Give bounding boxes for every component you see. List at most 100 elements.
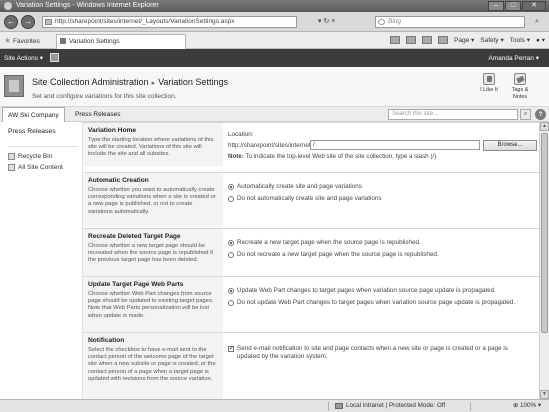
recreate-page-radio[interactable]: Recreate a new target page when the sour… <box>228 239 421 247</box>
top-navigation: AW Ski Company Press Releases Search thi… <box>0 107 549 122</box>
radio-selected-icon <box>228 184 234 190</box>
zoom-control[interactable]: ⊕ 100% ▾ <box>513 400 541 412</box>
radio-selected-icon <box>228 288 234 294</box>
mail-icon[interactable] <box>422 36 432 44</box>
tab-aw-ski-company[interactable]: AW Ski Company <box>2 107 65 122</box>
feeds-icon[interactable] <box>406 36 416 44</box>
close-button[interactable]: ✕ <box>522 1 546 11</box>
address-bar: ← → http://sharepoint/sites/internet/_La… <box>0 12 549 32</box>
vertical-scrollbar[interactable]: ▲ ▼ <box>539 122 549 399</box>
divider <box>328 402 329 411</box>
browser-tab[interactable]: Variation Settings <box>56 34 186 49</box>
intranet-icon <box>335 403 343 409</box>
sharepoint-ribbon-bar: Site Actions ▾ Amanda Perran ▾ <box>0 49 549 67</box>
url-field[interactable]: http://sharepoint/sites/internet/_Layout… <box>42 16 297 28</box>
radio-icon <box>228 196 234 202</box>
divider <box>470 402 471 411</box>
section-description: Variation Home Type the starting locatio… <box>83 123 223 166</box>
page-title: Site Collection Administration ▸ Variation… <box>32 77 228 87</box>
window-title-bar: Variation Settings - Windows Internet Ex… <box>0 0 549 12</box>
like-it-button[interactable]: I Like It <box>476 73 502 94</box>
scroll-down-icon[interactable]: ▼ <box>540 390 549 399</box>
page-header: Site Collection Administration ▸ Variation… <box>0 67 549 107</box>
recycle-bin-link[interactable]: Recycle Bin <box>8 152 52 161</box>
tab-press-releases[interactable]: Press Releases <box>70 107 126 122</box>
safety-menu[interactable]: Safety ▾ <box>480 36 504 45</box>
content-area: Press Releases Recycle Bin All Site Cont… <box>0 122 549 399</box>
location-prefix: http://sharepoint/sites/internet <box>228 142 311 149</box>
breadcrumb-current: Variation Settings <box>158 77 228 87</box>
section-description: Automatic Creation Choose whether you wa… <box>83 173 223 226</box>
tag-icon <box>514 73 526 85</box>
section-description: Notification Select the checkbox to have… <box>83 333 223 399</box>
section-heading: Update Target Page Web Parts <box>88 281 184 288</box>
back-button[interactable]: ← <box>4 15 18 29</box>
section-help-text: Choose whether you want to automatically… <box>88 187 216 215</box>
section-description: Recreate Deleted Target Page Choose whet… <box>83 229 223 276</box>
section-notification: Notification Select the checkbox to have… <box>83 332 539 399</box>
email-notification-checkbox[interactable]: ✓ Send e-mail notification to site and p… <box>228 345 528 360</box>
page-menu[interactable]: Page ▾ <box>454 36 474 45</box>
no-update-web-parts-radio[interactable]: Do not update Web Part changes to target… <box>228 299 523 307</box>
no-auto-create-radio[interactable]: Do not automatically create site and pag… <box>228 195 382 203</box>
search-input[interactable]: Bing <box>375 16 525 28</box>
location-label: Location: <box>228 131 254 138</box>
section-help-text: Select the checkbox to have e-mail sent … <box>88 347 216 382</box>
site-search-input[interactable]: Search this site... <box>388 109 518 120</box>
section-heading: Recreate Deleted Target Page <box>88 233 181 240</box>
no-recreate-page-radio[interactable]: Do not recreate a new target page when t… <box>228 251 439 259</box>
update-web-parts-radio[interactable]: Update Web Part changes to target pages … <box>228 287 533 295</box>
print-icon[interactable] <box>438 36 448 44</box>
page-subtitle: Set and configure variations for this si… <box>32 93 177 100</box>
scroll-up-icon[interactable]: ▲ <box>540 122 549 131</box>
sharepoint-tab-icon <box>60 38 66 44</box>
breadcrumb-arrow-icon: ▸ <box>151 80 156 87</box>
search-icon[interactable]: ⌕ <box>530 16 544 28</box>
maximize-button[interactable]: □ <box>505 1 521 11</box>
forward-button[interactable]: → <box>21 15 35 29</box>
edit-page-icon[interactable] <box>50 53 59 62</box>
location-input[interactable]: / <box>310 140 480 150</box>
section-help-text: Choose whether Web Part changes from sou… <box>88 291 214 319</box>
location-note: Note: To indicate the top-level Web site… <box>228 153 438 160</box>
quick-launch-heading[interactable]: Press Releases <box>8 128 56 135</box>
help-menu[interactable]: ● ▾ <box>536 36 545 45</box>
site-actions-menu[interactable]: Site Actions ▾ <box>4 54 43 62</box>
settings-form: Variation Home Type the starting locatio… <box>83 122 539 399</box>
star-icon: ★ <box>4 36 12 45</box>
radio-icon <box>228 300 234 306</box>
divider <box>8 146 78 147</box>
section-heading: Notification <box>88 337 125 344</box>
scroll-thumb[interactable] <box>541 133 548 333</box>
auto-create-radio[interactable]: Automatically create site and page varia… <box>228 183 362 191</box>
breadcrumb-root-link[interactable]: Site Collection Administration <box>32 77 149 87</box>
window-controls: – □ ✕ <box>488 1 546 11</box>
refresh-stop-icons[interactable]: ▾ ↻ × <box>318 16 335 28</box>
home-icon[interactable] <box>390 36 400 44</box>
site-search-icon[interactable]: ⌕ <box>520 109 531 120</box>
minimize-button[interactable]: – <box>488 1 504 11</box>
section-automatic-creation: Automatic Creation Choose whether you wa… <box>83 172 539 226</box>
all-site-content-link[interactable]: All Site Content <box>8 163 63 172</box>
ie-icon <box>4 2 12 10</box>
tags-notes-button[interactable]: Tags & Notes <box>507 73 533 100</box>
recycle-bin-icon <box>8 153 15 160</box>
radio-selected-icon <box>228 240 234 246</box>
help-icon[interactable]: ? <box>535 109 546 120</box>
site-logo <box>4 75 24 97</box>
tools-menu[interactable]: Tools ▾ <box>510 36 530 45</box>
status-bar: Local intranet | Protected Mode: Off ⊕ 1… <box>0 399 549 412</box>
security-zone: Local intranet | Protected Mode: Off <box>335 400 445 412</box>
page-icon <box>45 19 52 25</box>
thumbs-up-icon <box>483 73 495 85</box>
favorites-bar: ★ Favorites Variation Settings Page ▾ Sa… <box>0 32 549 49</box>
favorites-button[interactable]: ★ Favorites <box>4 36 40 46</box>
command-bar: Page ▾ Safety ▾ Tools ▾ ● ▾ <box>390 36 545 45</box>
window-title: Variation Settings - Windows Internet Ex… <box>16 2 159 9</box>
browse-button[interactable]: Browse... <box>483 140 537 151</box>
section-help-text: Type the starting location where variati… <box>88 137 214 158</box>
section-heading: Automatic Creation <box>88 177 149 184</box>
section-heading: Variation Home <box>88 127 137 134</box>
section-help-text: Choose whether a new target page should … <box>88 243 214 264</box>
user-menu[interactable]: Amanda Perran ▾ <box>488 54 539 62</box>
